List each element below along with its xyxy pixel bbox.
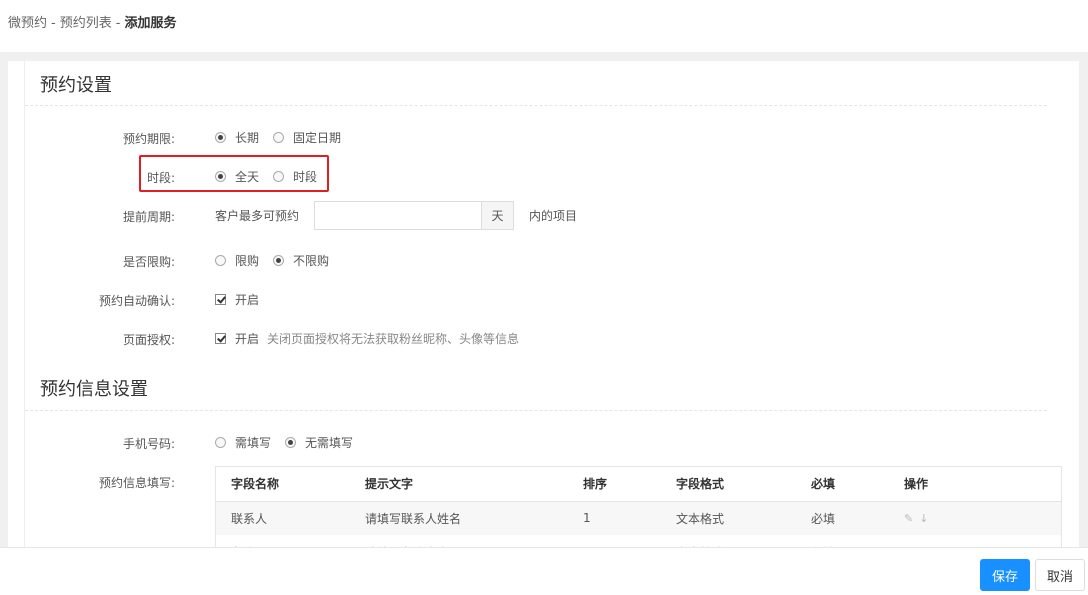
phone-option-required-label: 需填写 bbox=[235, 435, 272, 450]
info-fill-label: 预约信息填写: bbox=[98, 476, 175, 490]
breadcrumb-item-micro-booking[interactable]: 微预约 bbox=[8, 16, 47, 31]
save-button[interactable]: 保存 bbox=[980, 559, 1030, 591]
timeslot-option-allday[interactable]: 全天 bbox=[215, 168, 259, 185]
limit-option-limited[interactable]: 限购 bbox=[215, 252, 259, 269]
column-header-hint-text: 提示文字 bbox=[350, 467, 568, 502]
scrollbar[interactable] bbox=[1079, 61, 1088, 547]
table-row: 联系人 请填写联系人姓名 1 文本格式 必填 ✎ ↓ bbox=[216, 501, 1061, 535]
advance-days-input[interactable] bbox=[314, 201, 482, 230]
section-title-info-settings: 预约信息设置 bbox=[40, 379, 148, 400]
phone-label: 手机号码: bbox=[122, 437, 175, 451]
limit-label: 是否限购: bbox=[122, 255, 175, 269]
column-header-actions: 操作 bbox=[889, 467, 1061, 502]
timeslot-label: 时段: bbox=[146, 171, 175, 185]
phone-option-required[interactable]: 需填写 bbox=[215, 434, 271, 451]
phone-radio-group: 需填写 无需填写 bbox=[215, 432, 367, 452]
limit-option-unlimited[interactable]: 不限购 bbox=[273, 252, 329, 269]
auto-confirm-checkbox[interactable]: 开启 bbox=[215, 289, 259, 309]
page-auth-hint: 关闭页面授权将无法获取粉丝昵称、头像等信息 bbox=[267, 331, 520, 346]
period-option-long-label: 长期 bbox=[235, 130, 260, 145]
period-option-fixed-label: 固定日期 bbox=[293, 130, 342, 145]
period-option-long[interactable]: 长期 bbox=[215, 129, 259, 146]
limit-option-unlimited-label: 不限购 bbox=[293, 253, 330, 268]
cell-order: 1 bbox=[568, 501, 661, 535]
auto-confirm-label: 预约自动确认: bbox=[98, 294, 175, 308]
breadcrumb-item-booking-list[interactable]: 预约列表 bbox=[60, 16, 112, 31]
radio-icon[interactable] bbox=[215, 131, 226, 143]
page-auth-label: 页面授权: bbox=[122, 333, 175, 347]
auto-confirm-check-label: 开启 bbox=[235, 292, 260, 307]
cell-field-name: 联系人 bbox=[216, 501, 350, 535]
checkbox-icon[interactable] bbox=[215, 293, 226, 305]
breadcrumb-separator: - bbox=[51, 16, 56, 31]
column-header-order: 排序 bbox=[568, 467, 661, 502]
phone-option-not-required-label: 无需填写 bbox=[305, 435, 354, 450]
cell-required: 必填 bbox=[796, 501, 889, 535]
limit-radio-group: 限购 不限购 bbox=[215, 250, 343, 270]
checkbox-icon[interactable] bbox=[215, 332, 226, 344]
advance-unit-addon: 天 bbox=[482, 201, 514, 230]
advance-prefix: 客户最多可预约 bbox=[215, 208, 300, 223]
edit-icon[interactable]: ✎ bbox=[904, 512, 913, 525]
radio-icon[interactable] bbox=[273, 254, 285, 266]
section-divider bbox=[25, 105, 1047, 106]
advance-suffix: 内的项目 bbox=[529, 208, 578, 223]
footer-bar: 保存 取消 bbox=[0, 547, 1088, 595]
radio-icon[interactable] bbox=[273, 131, 285, 143]
breadcrumb-separator: - bbox=[115, 16, 121, 31]
cancel-button[interactable]: 取消 bbox=[1035, 559, 1085, 591]
period-label: 预约期限: bbox=[122, 132, 175, 146]
period-radio-group: 长期 固定日期 bbox=[215, 127, 355, 147]
radio-icon[interactable] bbox=[273, 170, 285, 182]
column-header-required: 必填 bbox=[796, 467, 889, 502]
form-container: 预约设置 预约期限: 长期 固定日期 时段: 全天 时段 提前周期: 客户最多可… bbox=[24, 61, 1062, 595]
header-bar: 微预约 - 预约列表 - 添加服务 bbox=[0, 0, 1088, 52]
advance-label: 提前周期: bbox=[122, 210, 175, 224]
section-title-booking-settings: 预约设置 bbox=[40, 75, 112, 96]
radio-icon[interactable] bbox=[215, 170, 226, 182]
phone-option-not-required[interactable]: 无需填写 bbox=[285, 434, 353, 451]
timeslot-option-slot[interactable]: 时段 bbox=[273, 168, 317, 185]
page-auth-checkbox[interactable]: 开启 关闭页面授权将无法获取粉丝昵称、头像等信息 bbox=[215, 328, 519, 348]
breadcrumb-current: 添加服务 bbox=[124, 16, 177, 31]
breadcrumb: 微预约 - 预约列表 - 添加服务 bbox=[8, 12, 176, 31]
timeslot-option-allday-label: 全天 bbox=[235, 169, 260, 184]
radio-icon[interactable] bbox=[285, 436, 297, 448]
cell-actions: ✎↓ bbox=[889, 501, 1061, 535]
column-header-format: 字段格式 bbox=[661, 467, 796, 502]
radio-icon[interactable] bbox=[215, 254, 226, 266]
advance-input-group: 天 bbox=[314, 201, 514, 230]
cell-hint-text: 请填写联系人姓名 bbox=[350, 501, 568, 535]
timeslot-option-slot-label: 时段 bbox=[293, 169, 318, 184]
limit-option-limited-label: 限购 bbox=[235, 253, 260, 268]
table-header-row: 字段名称 提示文字 排序 字段格式 必填 操作 bbox=[216, 467, 1061, 502]
period-option-fixed[interactable]: 固定日期 bbox=[273, 129, 341, 146]
arrow-down-icon[interactable]: ↓ bbox=[919, 512, 928, 525]
page-auth-check-label: 开启 bbox=[235, 331, 260, 346]
main-panel: 预约设置 预约期限: 长期 固定日期 时段: 全天 时段 提前周期: 客户最多可… bbox=[8, 61, 1079, 595]
column-header-field-name: 字段名称 bbox=[216, 467, 350, 502]
section-divider bbox=[25, 410, 1047, 411]
cell-format: 文本格式 bbox=[661, 501, 796, 535]
radio-icon[interactable] bbox=[215, 436, 226, 448]
timeslot-radio-group: 全天 时段 bbox=[215, 166, 331, 186]
